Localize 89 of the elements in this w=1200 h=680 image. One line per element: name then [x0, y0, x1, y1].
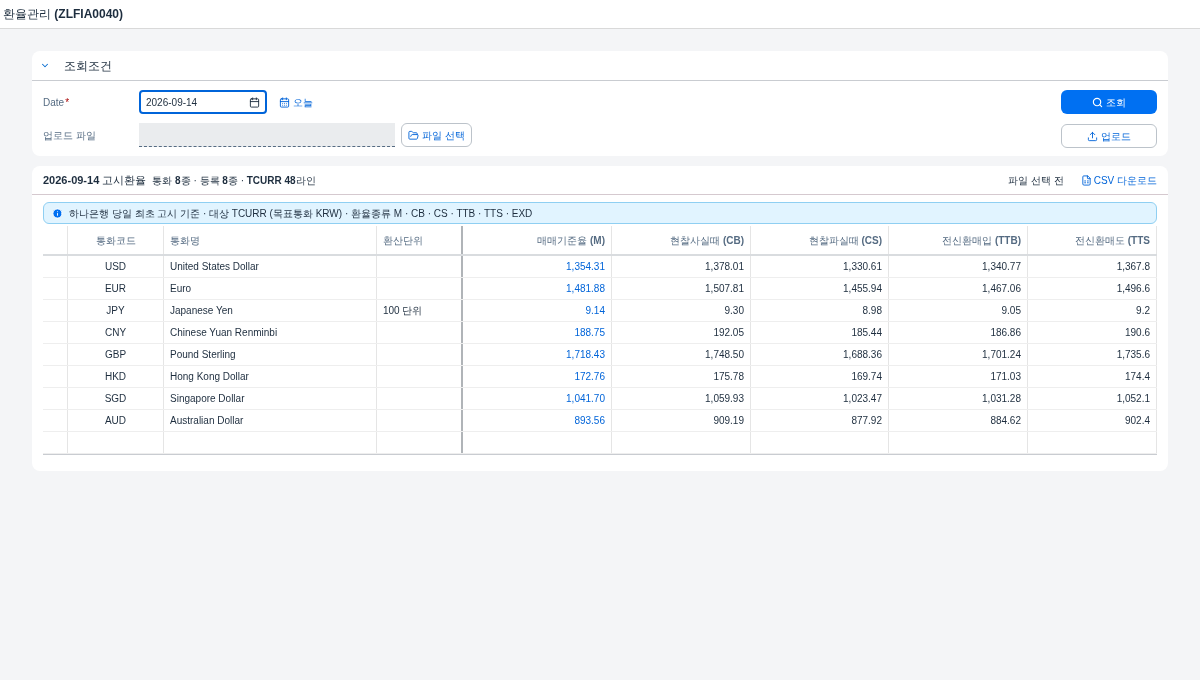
- table-cell-text: 1,481.88: [566, 282, 605, 296]
- table-cell-text: 186.86: [990, 326, 1021, 340]
- table-cell-text: 9.14: [585, 304, 605, 318]
- table-cell-text: Euro: [170, 282, 192, 296]
- table-cell-text: 8.98: [862, 304, 882, 318]
- table-cell-text: 174.4: [1124, 370, 1150, 384]
- table-cell-text: 1,354.31: [566, 260, 605, 274]
- table-cell-text: Japanese Yen: [170, 304, 233, 318]
- table-cell-text: 171.03: [990, 370, 1021, 384]
- calendar-icon[interactable]: [249, 96, 260, 108]
- table-cell-text: 1,330.61: [843, 260, 882, 274]
- search-icon: [1092, 96, 1103, 108]
- date-field[interactable]: 2026-09-14: [139, 90, 267, 114]
- table-cell-text: USD: [104, 260, 127, 274]
- table-cell-text: 1,688.36: [843, 348, 882, 362]
- date-label: Date: [43, 95, 65, 110]
- table-cell-text: 169.74: [851, 370, 882, 384]
- table-cell-text: Chinese Yuan Renminbi: [170, 326, 278, 340]
- table-cell-text: 9.05: [1001, 304, 1021, 318]
- column-header[interactable]: 매매기준율 (M): [537, 232, 605, 248]
- table-cell-text: Hong Kong Dollar: [170, 370, 249, 384]
- table-cell-text: SGD: [104, 392, 127, 406]
- upload-label: 업로드 파일: [43, 128, 97, 143]
- required-mark: *: [65, 95, 70, 110]
- table-cell-text: 9.30: [724, 304, 744, 318]
- upload-icon: [1087, 130, 1098, 142]
- table-cell-text: 1,052.1: [1116, 392, 1150, 406]
- table-cell-text: 100 단위: [383, 304, 423, 318]
- table-cell-text: Australian Dollar: [170, 414, 244, 428]
- page-title: 환율관리 (ZLFIA0040): [3, 6, 124, 23]
- file-status: 파일 선택 전: [1008, 173, 1064, 188]
- file-field[interactable]: [139, 123, 395, 147]
- table-cell-text: 1,701.24: [982, 348, 1021, 362]
- table-cell-text: GBP: [104, 348, 127, 362]
- table-cell-text: 1,367.8: [1116, 260, 1150, 274]
- info-icon: [52, 207, 63, 219]
- result-summary: 통화 8종 · 등록 8종 · TCURR 48라인: [152, 173, 316, 188]
- table-cell-text: 1,507.81: [705, 282, 744, 296]
- table-cell-text: 1,718.43: [566, 348, 605, 362]
- table-cell-text: 1,467.06: [982, 282, 1021, 296]
- table-cell-text: 877.92: [851, 414, 882, 428]
- table-cell-text: EUR: [104, 282, 127, 296]
- today-link[interactable]: 오늘: [279, 94, 313, 110]
- info-text: 하나은행 당일 최초 고시 기준 · 대상 TCURR (목표통화 KRW) · 환율종류 M · CB · CS · TTB · TTS · EXD: [69, 206, 533, 221]
- table-cell-text: CNY: [104, 326, 127, 340]
- table-cell-text: 1,735.6: [1116, 348, 1150, 362]
- csv-download-link[interactable]: CSV 다운로드: [1080, 172, 1157, 188]
- result-date: 2026-09-14: [43, 172, 100, 188]
- table-cell-text: HKD: [104, 370, 127, 384]
- column-header[interactable]: 전신환매입 (TTB): [942, 232, 1021, 248]
- table-cell-text: 884.62: [990, 414, 1021, 428]
- table-cell-text: JPY: [106, 304, 125, 318]
- table-cell-text: 1,041.70: [566, 392, 605, 406]
- upload-button[interactable]: 업로드: [1061, 124, 1157, 148]
- table-cell-text: 1,340.77: [982, 260, 1021, 274]
- table-cell-text: 1,059.93: [705, 392, 744, 406]
- file-select-button[interactable]: 파일 선택: [401, 123, 472, 147]
- table-cell-text: 190.6: [1124, 326, 1150, 340]
- table-cell-text: 1,031.28: [982, 392, 1021, 406]
- table-cell-text: 902.4: [1124, 414, 1150, 428]
- result-title: 고시환율: [102, 172, 147, 188]
- folder-icon: [408, 129, 419, 141]
- column-header[interactable]: 통화명: [170, 232, 200, 248]
- table-cell-text: 909.19: [713, 414, 744, 428]
- table-cell-text: 1,496.6: [1116, 282, 1150, 296]
- table-cell-text: 172.76: [574, 370, 605, 384]
- table-cell-text: 1,378.01: [705, 260, 744, 274]
- table-cell-text: AUD: [104, 414, 127, 428]
- table-cell-text: Singapore Dollar: [170, 392, 245, 406]
- table-cell-text: United States Dollar: [170, 260, 259, 274]
- table-cell-text: 1,023.47: [843, 392, 882, 406]
- spreadsheet-icon: [1080, 174, 1092, 186]
- column-header[interactable]: 현찰사실때 (CB): [670, 232, 744, 248]
- table-cell-text: 188.75: [574, 326, 605, 340]
- table-cell-text: Pound Sterling: [170, 348, 236, 362]
- table-cell-text: 185.44: [851, 326, 882, 340]
- column-header[interactable]: 통화코드: [95, 232, 136, 248]
- search-button[interactable]: 조회: [1061, 90, 1157, 114]
- table-cell-text: 1,748.50: [705, 348, 744, 362]
- table-cell-text: 893.56: [574, 414, 605, 428]
- column-header[interactable]: 환산단위: [383, 232, 423, 248]
- column-header[interactable]: 전신환매도 (TTS: [1075, 232, 1150, 248]
- column-header[interactable]: 현찰파실때 (CS): [808, 232, 882, 248]
- table-cell-text: 192.05: [713, 326, 744, 340]
- table-cell-text: 9.2: [1136, 304, 1150, 318]
- panel-title: 조회조건: [64, 57, 112, 75]
- table-cell-text: 1,455.94: [843, 282, 882, 296]
- table-cell-text: 175.78: [713, 370, 744, 384]
- calendar-icon: [279, 96, 290, 108]
